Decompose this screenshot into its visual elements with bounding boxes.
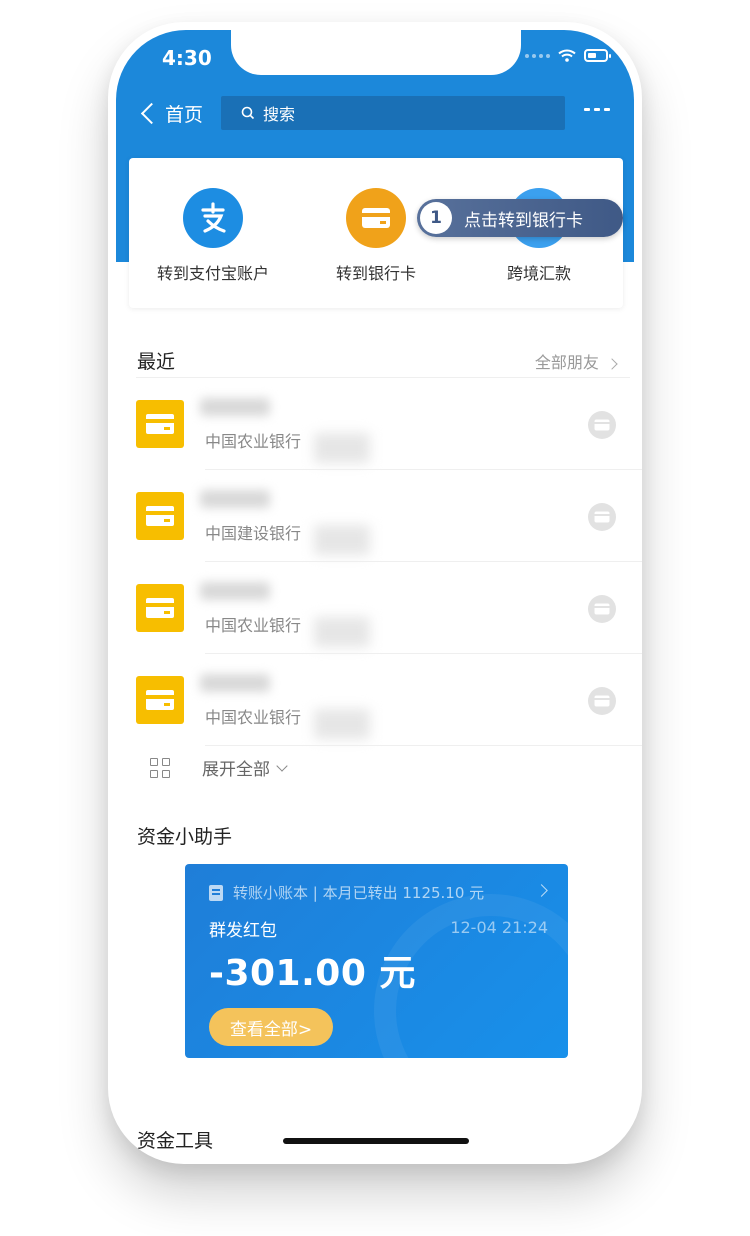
card-transfer-icon[interactable]	[588, 503, 616, 531]
back-button[interactable]: 首页	[140, 98, 203, 128]
card-header-text: 转账小账本 | 本月已转出 1125.10 元	[233, 884, 485, 902]
account-number-blurred	[314, 433, 370, 463]
guide-tooltip: 1 点击转到银行卡	[417, 199, 623, 237]
transfer-ledger-card[interactable]: 转账小账本 | 本月已转出 1125.10 元 群发红包 12-04 21:24…	[185, 864, 568, 1058]
divider	[205, 745, 642, 746]
card-header: 转账小账本 | 本月已转出 1125.10 元	[209, 882, 484, 903]
expand-all-button[interactable]: 展开全部	[150, 755, 288, 780]
contact-name-blurred	[200, 490, 270, 508]
account-number-blurred	[314, 709, 370, 739]
chevron-right-icon	[606, 358, 618, 370]
account-number-blurred	[314, 525, 370, 555]
transaction-type: 群发红包	[209, 921, 277, 941]
grid-icon	[150, 757, 170, 778]
transfer-to-alipay-button[interactable]: 转到支付宝账户	[133, 188, 293, 284]
account-number-blurred	[314, 617, 370, 647]
bank-name: 中国农业银行	[205, 432, 302, 451]
more-menu-button[interactable]	[584, 108, 610, 111]
search-icon	[241, 106, 255, 120]
bank-card-icon	[136, 676, 184, 724]
contact-row[interactable]: 中国农业银行	[108, 378, 642, 470]
bank-card-icon	[136, 492, 184, 540]
bank-card-icon	[136, 400, 184, 448]
battery-icon	[584, 49, 611, 62]
contact-name-blurred	[200, 398, 270, 416]
search-placeholder: 搜索	[263, 105, 296, 124]
bank-card-icon	[136, 584, 184, 632]
all-friends-link[interactable]: 全部朋友	[534, 349, 618, 373]
quick-action-label: 转到支付宝账户	[156, 264, 269, 283]
card-transfer-icon[interactable]	[588, 687, 616, 715]
assistant-section-title: 资金小助手	[137, 826, 233, 848]
contact-row[interactable]: 中国农业银行	[108, 654, 642, 746]
card-transfer-icon[interactable]	[588, 411, 616, 439]
contact-name-blurred	[200, 674, 270, 692]
contact-name-blurred	[200, 582, 270, 600]
tools-section-title: 资金工具	[137, 1130, 214, 1152]
step-number-badge: 1	[420, 202, 452, 234]
transaction-amount: -301.00 元	[209, 953, 416, 994]
bank-card-icon	[346, 188, 406, 248]
contact-row[interactable]: 中国农业银行	[108, 562, 642, 654]
bank-name: 中国建设银行	[205, 524, 302, 543]
all-friends-label: 全部朋友	[534, 353, 599, 372]
view-all-button[interactable]: 查看全部>	[209, 1008, 333, 1046]
home-indicator[interactable]	[283, 1138, 469, 1144]
ledger-icon	[209, 884, 223, 901]
quick-action-label: 转到银行卡	[335, 264, 416, 283]
search-input[interactable]: 搜索	[221, 96, 565, 130]
signal-icon	[525, 53, 550, 58]
expand-all-label: 展开全部	[202, 760, 270, 780]
bank-name: 中国农业银行	[205, 708, 302, 727]
chevron-down-icon	[276, 759, 288, 772]
card-transfer-icon[interactable]	[588, 595, 616, 623]
alipay-icon	[183, 188, 243, 248]
contact-row[interactable]: 中国建设银行	[108, 470, 642, 562]
recent-section-title: 最近	[137, 351, 176, 373]
notch	[231, 22, 521, 75]
quick-action-label: 跨境汇款	[506, 264, 571, 283]
chevron-right-icon	[535, 884, 548, 897]
status-time: 4:30	[162, 46, 212, 70]
chevron-left-icon	[140, 102, 163, 124]
tooltip-text: 点击转到银行卡	[464, 210, 583, 231]
status-icons	[525, 49, 611, 62]
back-label: 首页	[165, 103, 204, 126]
wifi-icon	[558, 49, 576, 62]
transaction-time: 12-04 21:24	[450, 918, 548, 937]
bank-name: 中国农业银行	[205, 616, 302, 635]
phone-frame: 4:30 首页 搜索 转到支付宝账户 转到银行卡 跨境汇款 1 点击转到银行卡 …	[108, 22, 642, 1164]
